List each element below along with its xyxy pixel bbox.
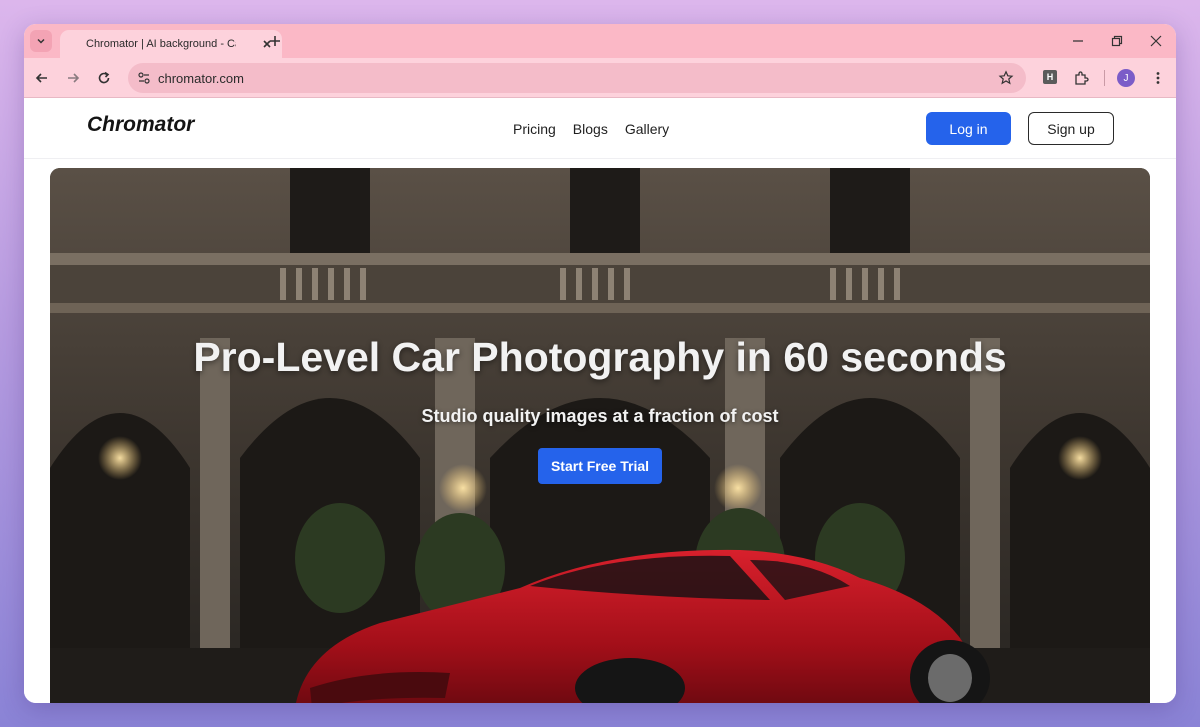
main-nav: Pricing Blogs Gallery [513,121,669,137]
reload-icon[interactable] [96,70,112,86]
hero-section: Pro-Level Car Photography in 60 seconds … [50,168,1150,703]
address-bar[interactable]: chromator.com [128,63,1026,93]
browser-window: Chromator | AI background - Car chromato… [24,24,1176,703]
hero-title: Pro-Level Car Photography in 60 seconds [193,334,1007,380]
site-settings-icon[interactable] [137,71,151,85]
back-icon[interactable] [34,70,50,86]
new-tab-icon[interactable] [267,33,283,49]
signup-button[interactable]: Sign up [1028,112,1114,145]
window-close-icon[interactable] [1148,33,1164,49]
site-logo[interactable]: Chromator [87,113,194,137]
toolbar-divider [1104,70,1105,86]
forward-icon[interactable] [65,70,81,86]
login-button[interactable]: Log in [926,112,1011,145]
profile-avatar[interactable]: J [1117,69,1135,87]
nav-gallery[interactable]: Gallery [625,121,669,137]
extensions-puzzle-icon[interactable] [1073,70,1089,86]
hero-subtitle: Studio quality images at a fraction of c… [421,406,779,426]
nav-blogs[interactable]: Blogs [573,121,608,137]
site-header: Chromator Pricing Blogs Gallery Log in S… [24,99,1176,159]
url-text: chromator.com [158,71,244,86]
chevron-down-icon [37,38,45,44]
extension-h-icon[interactable]: H [1043,70,1057,84]
hero-background-image [50,168,1150,703]
browser-toolbar: chromator.com H J [24,58,1176,98]
bookmark-star-icon[interactable] [998,70,1014,86]
restore-icon[interactable] [1109,33,1125,49]
minimize-icon[interactable] [1070,33,1086,49]
nav-pricing[interactable]: Pricing [513,121,556,137]
more-menu-icon[interactable] [1150,70,1166,86]
tab-active[interactable]: Chromator | AI background - Car [60,30,282,58]
page-content: Chromator Pricing Blogs Gallery Log in S… [24,99,1176,703]
start-free-trial-button[interactable]: Start Free Trial [538,448,662,484]
tab-title: Chromator | AI background - Car [86,38,236,50]
tab-search-button[interactable] [30,30,52,52]
tab-strip: Chromator | AI background - Car [24,24,1176,58]
